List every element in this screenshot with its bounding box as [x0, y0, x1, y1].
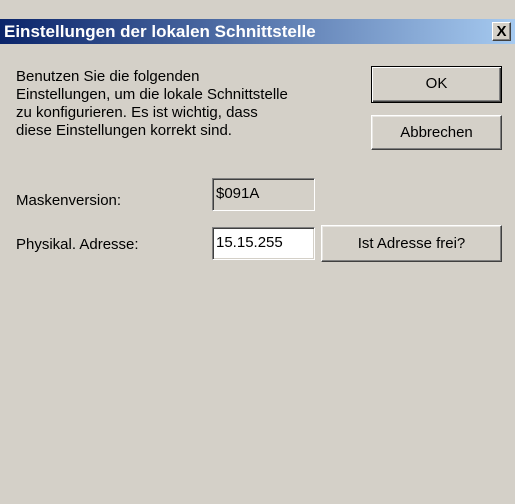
mask-version-value: $091A	[212, 178, 315, 211]
physical-address-label: Physikal. Adresse:	[16, 236, 139, 253]
intro-line: zu konfigurieren. Es ist wichtig, dass	[16, 104, 258, 121]
check-address-button[interactable]: Ist Adresse frei?	[321, 225, 502, 262]
window-title: Einstellungen der lokalen Schnittstelle	[4, 22, 316, 41]
ok-button-label: OK	[425, 75, 448, 92]
close-button[interactable]: X	[492, 22, 511, 41]
cancel-button[interactable]: Abbrechen	[371, 115, 502, 150]
title-bar[interactable]: Einstellungen der lokalen Schnittstelle …	[0, 19, 515, 44]
intro-text: Benutzen Sie die folgenden Einstellungen…	[16, 68, 376, 140]
ok-button[interactable]: OK	[371, 66, 502, 103]
check-address-button-label: Ist Adresse frei?	[357, 235, 466, 252]
intro-line: Benutzen Sie die folgenden	[16, 68, 200, 85]
physical-address-input[interactable]: 15.15.255	[212, 227, 315, 260]
mask-version-label: Maskenversion:	[16, 192, 122, 209]
close-icon: X	[496, 23, 507, 40]
dialog-window: Einstellungen der lokalen Schnittstelle …	[0, 0, 515, 504]
cancel-button-label: Abbrechen	[400, 124, 473, 141]
intro-line: Einstellungen, um die lokale Schnittstel…	[16, 86, 288, 103]
intro-line: diese Einstellungen korrekt sind.	[16, 122, 232, 139]
